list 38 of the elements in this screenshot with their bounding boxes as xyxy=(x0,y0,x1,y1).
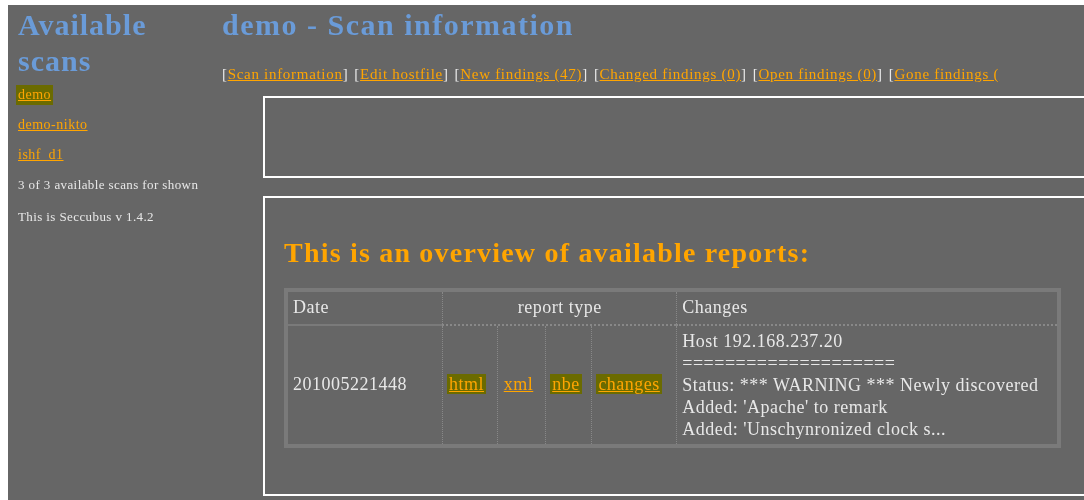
column-header: Date xyxy=(288,291,442,326)
report-link[interactable]: changes xyxy=(596,374,662,394)
report-link[interactable]: xml xyxy=(501,374,536,394)
nav-link[interactable]: Gone findings ( xyxy=(894,63,1000,86)
nav-link[interactable]: New findings (47) xyxy=(460,63,583,86)
bracket: ] xyxy=(741,65,747,84)
sidebar-title: Available scans xyxy=(18,7,148,79)
bracket: [ xyxy=(454,65,461,84)
bracket: [ xyxy=(593,65,600,84)
scan-link[interactable]: ishf_d1 xyxy=(16,145,66,165)
change-line: Host 192.168.237.20 xyxy=(682,329,844,352)
nav-link[interactable]: Open findings (0) xyxy=(758,63,878,86)
scan-link[interactable]: demo xyxy=(16,85,54,105)
bracket: [ xyxy=(888,65,895,84)
change-line: Added: 'Apache' to remark xyxy=(682,395,889,418)
reports-heading: This is an overview of available reports: xyxy=(284,237,812,268)
change-line: ==================== xyxy=(682,351,897,374)
bracket: [ xyxy=(222,65,228,84)
scan-count: 3 of 3 available scans for shown xyxy=(18,176,200,194)
bracket: ] xyxy=(442,65,449,84)
bracket: ] xyxy=(342,65,349,84)
table-cell-text: 201005221448 xyxy=(292,373,408,396)
column-header: report type xyxy=(442,291,677,326)
change-line: Status: *** WARNING *** Newly discovered xyxy=(682,373,1040,396)
change-line: Added: 'Unschynronized clock s... xyxy=(682,417,947,440)
page-title: demo - Scan information xyxy=(222,7,575,43)
bracket: [ xyxy=(354,65,361,84)
nav-link[interactable]: Edit hostfile xyxy=(360,63,443,86)
bracket: ] xyxy=(582,65,588,84)
column-header: Changes xyxy=(676,291,1057,326)
scan-link[interactable]: demo-nikto xyxy=(16,115,90,135)
bracket: [ xyxy=(752,65,759,84)
bracket: ] xyxy=(877,65,883,84)
nav-link[interactable]: Scan information xyxy=(227,63,343,86)
version-note: This is Seccubus v 1.4.2 xyxy=(18,207,155,226)
report-link[interactable]: nbe xyxy=(550,374,582,394)
nav-link[interactable]: Changed findings (0) xyxy=(599,63,742,86)
report-link[interactable]: html xyxy=(447,374,486,394)
